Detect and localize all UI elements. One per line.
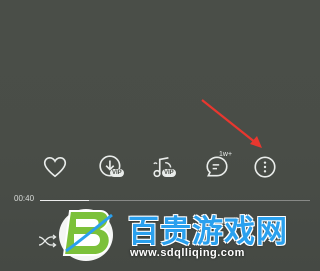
sound-effect-button[interactable]: VIP bbox=[146, 150, 180, 184]
comment-count: 1w+ bbox=[219, 151, 233, 158]
site-logo bbox=[59, 209, 113, 261]
like-button[interactable] bbox=[38, 150, 72, 184]
heart-icon bbox=[43, 156, 67, 178]
watermark-title: 百贵游戏网 bbox=[128, 214, 288, 250]
action-bar: VIP VIP 1w+ bbox=[0, 150, 320, 184]
vip-badge: VIP bbox=[110, 169, 124, 177]
more-button[interactable] bbox=[248, 150, 282, 184]
comments-button[interactable]: 1w+ bbox=[200, 150, 234, 184]
download-button[interactable]: VIP bbox=[94, 150, 128, 184]
vip-badge: VIP bbox=[162, 169, 176, 177]
more-vertical-icon bbox=[254, 156, 276, 178]
watermark-url: www.sdqlliqing.com bbox=[130, 247, 245, 259]
site-watermark: 百贵游戏网 www.sdqlliqing.com bbox=[50, 196, 320, 271]
elapsed-time: 00:40 bbox=[14, 194, 35, 203]
